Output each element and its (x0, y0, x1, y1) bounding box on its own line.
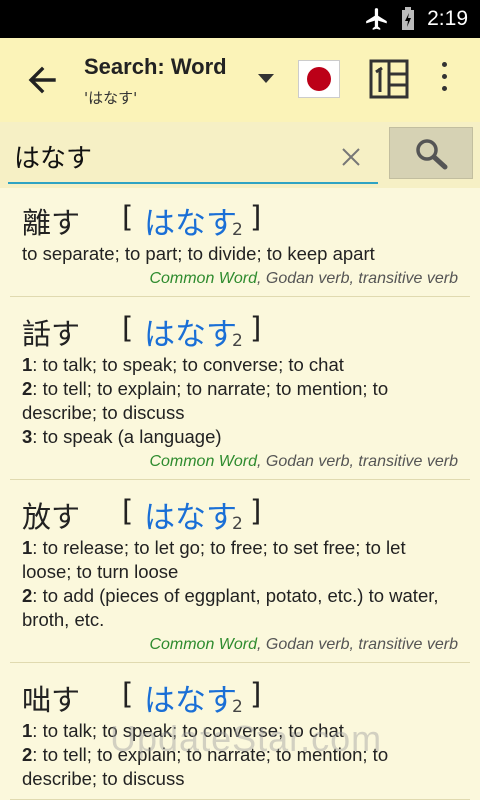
split-layout-icon[interactable] (368, 58, 410, 100)
search-bar (0, 122, 480, 188)
reading-subscript: 2 (232, 220, 243, 240)
search-field (8, 132, 378, 184)
close-icon[interactable] (340, 146, 362, 168)
entry-heading: 話す [ はなす 2] (22, 307, 458, 353)
entry-kanji: 話す (22, 317, 81, 351)
sense-text: : to speak (a language) (32, 426, 222, 447)
sense-text: : to talk; to speak; to converse; to cha… (32, 354, 344, 375)
triangle-down-icon[interactable] (256, 72, 276, 86)
entry-sense: 1: to talk; to speak; to converse; to ch… (22, 719, 458, 743)
search-input[interactable] (14, 136, 334, 176)
entry-heading: 放す [ はなす 2] (22, 490, 458, 536)
entry-reading: はなす (144, 317, 237, 353)
entry-tags: Common Word, Godan verb, transitive verb (22, 270, 458, 288)
entry-sense: 2: to tell; to explain; to narrate; to m… (22, 743, 458, 791)
entry-tags: Common Word, Godan verb, transitive verb (22, 636, 458, 654)
bracket-close: ] (250, 677, 262, 711)
page-subtitle: 'はなす' (84, 89, 138, 107)
entry-reading: はなす (144, 683, 237, 719)
sense-number: 1 (22, 354, 33, 375)
more-vert-icon[interactable] (436, 62, 452, 100)
entry-sense: 2: to add (pieces of eggplant, potato, e… (22, 584, 458, 632)
sense-number: 2 (22, 585, 33, 606)
results-list: 離す[はなす 2] to separate; to part; to divide;… (0, 188, 480, 800)
result-entry[interactable]: 話す[はなす 2] 1: to talk; to speak; to convers… (10, 297, 470, 480)
result-entry[interactable]: 咄す[はなす 2] 1: to talk; to speak; to convers… (10, 663, 470, 800)
entry-sense: 1: to release; to let go; to free; to se… (22, 536, 458, 584)
status-bar: 2:19 (0, 0, 480, 38)
entry-tags: Common Word, Godan verb, transitive verb (22, 453, 458, 471)
airplane-mode-icon (366, 8, 387, 30)
entry-kanji: 放す (22, 500, 81, 534)
common-word-tag: Common Word (149, 270, 258, 287)
bracket-open: [ (122, 311, 134, 345)
status-time: 2:19 (427, 7, 468, 30)
japan-flag-icon[interactable] (298, 60, 340, 98)
bracket-close: ] (250, 200, 262, 234)
entry-heading: 離す [ はなす 2] (22, 196, 458, 242)
sense-text: : to talk; to speak; to converse; to cha… (32, 720, 344, 741)
entry-kanji: 離す (22, 206, 81, 240)
arrow-left-icon[interactable] (24, 60, 60, 100)
common-word-tag: Common Word (149, 636, 258, 653)
battery-charging-icon (402, 7, 414, 30)
action-bar: Search: Word 'はなす' (0, 38, 480, 123)
sense-text: : to tell; to explain; to narrate; to me… (22, 378, 389, 423)
entry-kanji: 咄す (22, 683, 81, 717)
reading-subscript: 2 (232, 331, 243, 351)
search-icon (416, 139, 448, 170)
sense-number: 2 (22, 378, 33, 399)
entry-sense: 1: to talk; to speak; to converse; to ch… (22, 353, 458, 377)
entry-heading: 咄す [ はなす 2] (22, 673, 458, 719)
entry-sense: to separate; to part; to divide; to keep… (22, 242, 458, 266)
bracket-close: ] (250, 311, 262, 345)
bracket-open: [ (122, 200, 134, 234)
search-button[interactable] (389, 127, 473, 179)
sense-text: to separate; to part; to divide; to keep… (22, 243, 375, 264)
sense-number: 3 (22, 426, 33, 447)
result-entry[interactable]: 放す[はなす 2] 1: to release; to let go; to fre… (10, 480, 470, 663)
entry-sense: 3: to speak (a language) (22, 425, 458, 449)
bracket-close: ] (250, 494, 262, 528)
page-title[interactable]: Search: Word (84, 54, 227, 80)
sense-number: 1 (22, 537, 33, 558)
entry-sense: 2: to tell; to explain; to narrate; to m… (22, 377, 458, 425)
sense-text: : to tell; to explain; to narrate; to me… (22, 744, 389, 789)
reading-subscript: 2 (232, 697, 243, 717)
word-class-tags: , Godan verb, transitive verb (257, 270, 458, 287)
word-class-tags: , Godan verb, transitive verb (257, 453, 458, 470)
entry-reading: はなす (144, 500, 237, 536)
reading-subscript: 2 (232, 514, 243, 534)
word-class-tags: , Godan verb, transitive verb (257, 636, 458, 653)
sense-number: 2 (22, 744, 33, 765)
common-word-tag: Common Word (149, 453, 258, 470)
sense-text: : to add (pieces of eggplant, potato, et… (22, 585, 439, 630)
bracket-open: [ (122, 677, 134, 711)
result-entry[interactable]: 離す [ はなす 2] to separate; to part; to divide;… (10, 188, 470, 297)
bracket-open: [ (122, 494, 134, 528)
entry-reading: はなす (144, 206, 237, 242)
sense-number: 1 (22, 720, 33, 741)
sense-text: : to release; to let go; to free; to set… (22, 537, 406, 582)
